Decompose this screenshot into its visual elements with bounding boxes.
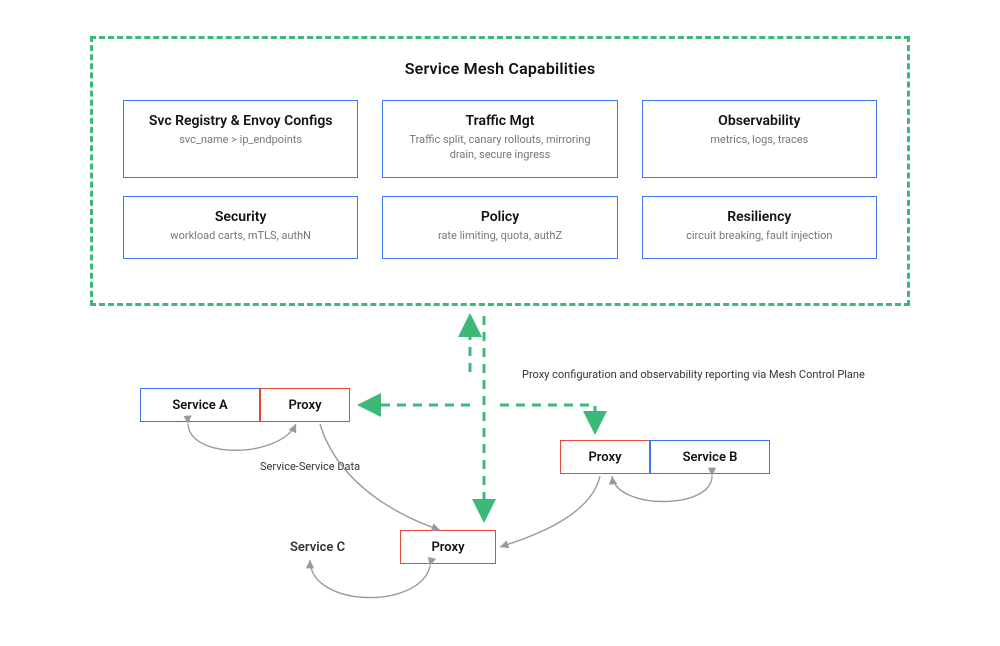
link-service-a-proxy-a [188, 424, 296, 450]
link-proxy-b-to-proxy-c [500, 476, 600, 547]
card-svc-registry: Svc Registry & Envoy Configs svc_name > … [123, 100, 358, 178]
card-title: Traffic Mgt [393, 113, 606, 129]
card-subtitle: metrics, logs, traces [653, 133, 866, 148]
card-title: Resiliency [653, 209, 866, 225]
mesh-capabilities-panel: Service Mesh Capabilities Svc Registry &… [90, 36, 910, 306]
card-security: Security workload carts, mTLS, authN [123, 196, 358, 259]
link-proxy-a-to-proxy-c [320, 424, 440, 530]
card-observability: Observability metrics, logs, traces [642, 100, 877, 178]
label-service-c: Service C [290, 540, 345, 555]
panel-title: Service Mesh Capabilities [123, 59, 877, 78]
card-title: Observability [653, 113, 866, 129]
card-subtitle: svc_name > ip_endpoints [134, 133, 347, 148]
proxy-a-box: Proxy [260, 388, 350, 422]
service-a-box: Service A [140, 388, 260, 422]
capability-grid: Svc Registry & Envoy Configs svc_name > … [123, 100, 877, 259]
card-subtitle: circuit breaking, fault injection [653, 229, 866, 244]
label-service-data: Service-Service Data [260, 460, 360, 473]
card-title: Svc Registry & Envoy Configs [134, 113, 347, 129]
card-title: Security [134, 209, 347, 225]
card-title: Policy [393, 209, 606, 225]
card-subtitle: Traffic split, canary rollouts, mirrorin… [393, 133, 606, 163]
proxy-c-box: Proxy [400, 530, 496, 564]
service-b-box: Service B [650, 440, 770, 474]
card-traffic-mgt: Traffic Mgt Traffic split, canary rollou… [382, 100, 617, 178]
arrow-mesh-to-proxy-b [500, 405, 595, 432]
link-service-b-proxy-b [612, 476, 712, 502]
card-subtitle: workload carts, mTLS, authN [134, 229, 347, 244]
card-subtitle: rate limiting, quota, authZ [393, 229, 606, 244]
proxy-b-box: Proxy [560, 440, 650, 474]
label-proxy-config: Proxy configuration and observability re… [522, 368, 865, 381]
card-policy: Policy rate limiting, quota, authZ [382, 196, 617, 259]
card-resiliency: Resiliency circuit breaking, fault injec… [642, 196, 877, 259]
link-proxy-c-service-c [310, 560, 430, 598]
